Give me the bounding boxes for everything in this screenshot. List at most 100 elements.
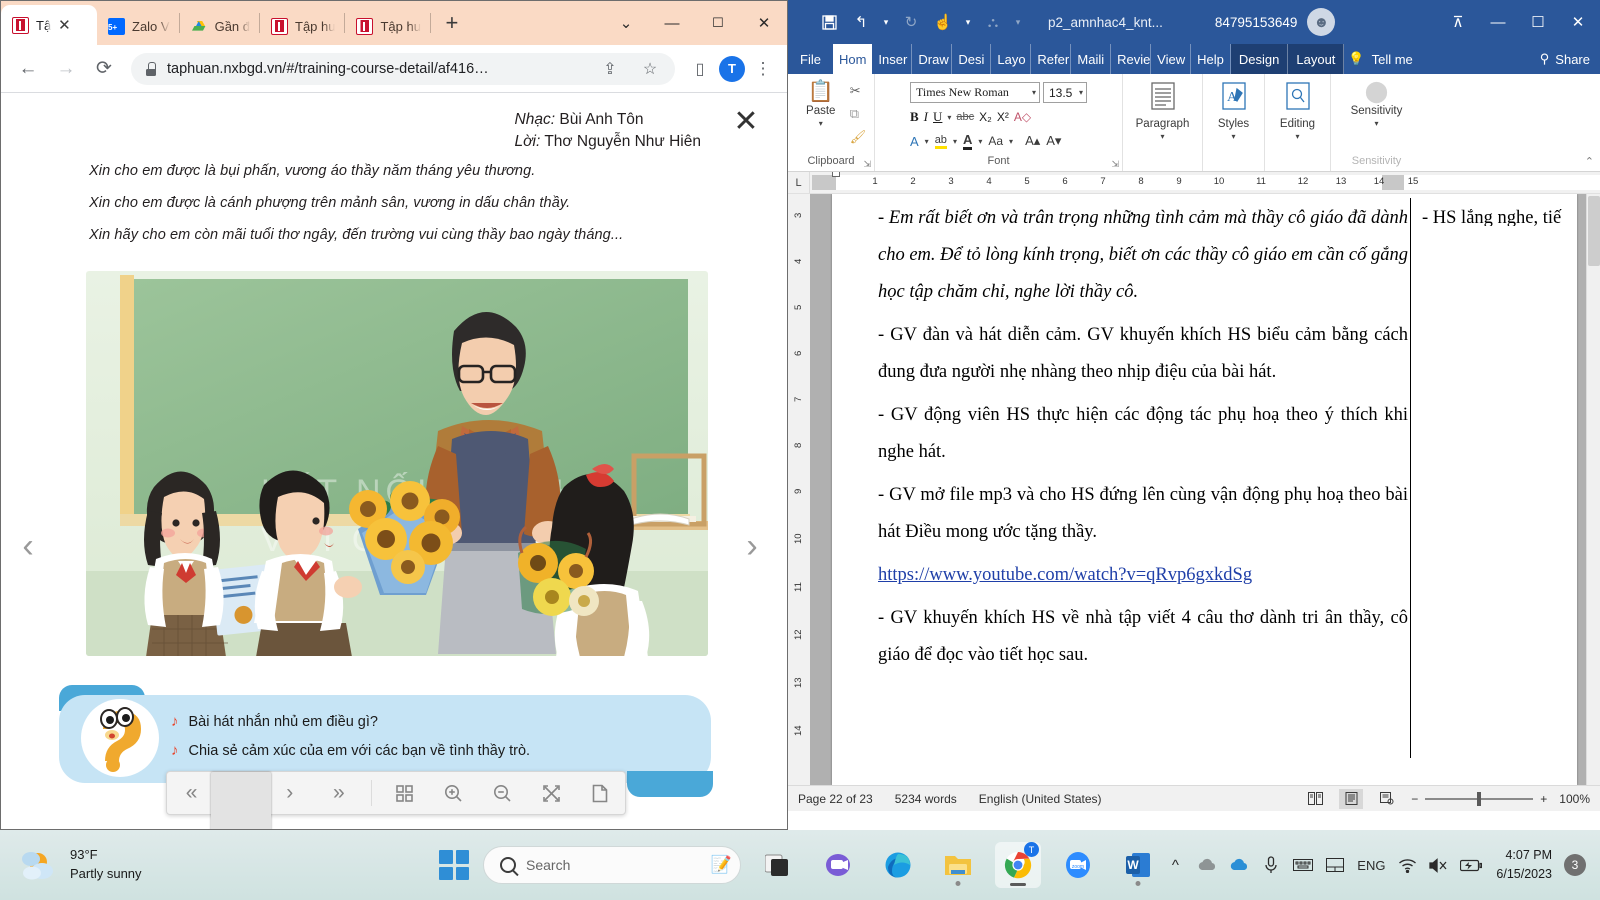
back-icon[interactable]: ← <box>11 52 45 86</box>
browser-tab-5[interactable]: Tập hu <box>345 7 429 45</box>
tell-me-box[interactable]: 💡 Tell me <box>1344 44 1420 74</box>
paragraph-dropdown-icon[interactable]: ▾ <box>1160 132 1164 141</box>
qat-more-icon[interactable]: ▾ <box>1010 8 1026 36</box>
paste-dropdown-icon[interactable]: ▾ <box>819 119 823 128</box>
paste-button[interactable]: 📋 Paste ▾ <box>796 81 846 129</box>
tab-layout[interactable]: Layo <box>991 44 1032 74</box>
tab-review[interactable]: Revie <box>1111 44 1152 74</box>
zoom-slider[interactable]: − + <box>1411 791 1547 806</box>
highlight-color-button[interactable]: ab <box>934 134 947 149</box>
superscript-button[interactable]: X² <box>997 110 1009 124</box>
document-column-right[interactable]: - HS lắng nghe, tiế <box>1422 200 1600 226</box>
tab-draw[interactable]: Draw <box>912 44 953 74</box>
font-dialog-launcher[interactable]: ⇲ <box>1111 159 1119 170</box>
editing-dropdown-icon[interactable]: ▾ <box>1295 132 1299 141</box>
customize-qat-icon[interactable]: ⛬ <box>978 8 1008 36</box>
onedrive-blue-icon[interactable] <box>1224 848 1254 882</box>
zoom-in-icon[interactable] <box>436 777 470 809</box>
taskbar-edge[interactable] <box>875 842 921 888</box>
undo-icon[interactable]: ↰ <box>846 8 876 36</box>
prev-page-arrow[interactable]: ‹ <box>13 523 43 569</box>
copy-icon[interactable]: ⧉ <box>850 106 867 122</box>
font-name-combobox[interactable]: Times New Roman ▾ <box>910 82 1040 103</box>
taskbar-search-box[interactable]: Search 📝 <box>483 846 741 884</box>
tab-stop-selector-icon[interactable]: L <box>788 172 810 193</box>
zoom-in-button[interactable]: + <box>1540 792 1547 806</box>
taskbar-teams[interactable] <box>815 842 861 888</box>
first-page-button[interactable]: « <box>175 777 209 809</box>
address-bar[interactable]: taphuan.nxbgd.vn/#/training-course-detai… <box>131 52 675 85</box>
italic-button[interactable]: I <box>924 109 928 125</box>
change-case-dropdown-icon[interactable]: ▾ <box>1009 137 1013 146</box>
tray-overflow-icon[interactable]: ^ <box>1160 848 1190 882</box>
page-indicator[interactable]: 27/73 <box>211 772 271 829</box>
font-size-combobox[interactable]: 13.5 ▾ <box>1043 82 1087 103</box>
new-tab-button[interactable]: + <box>435 6 469 40</box>
grow-font-button[interactable]: A▴ <box>1025 133 1040 149</box>
youtube-link[interactable]: https://www.youtube.com/watch?v=qRvp6gxk… <box>878 565 1252 585</box>
wifi-icon[interactable] <box>1392 848 1422 882</box>
taskbar-clock[interactable]: 4:07 PM 6/15/2023 <box>1488 846 1562 884</box>
taskbar-chrome[interactable]: T <box>995 842 1041 888</box>
redo-icon[interactable]: ↻ <box>896 8 926 36</box>
font-color-dropdown-icon[interactable]: ▾ <box>978 137 982 146</box>
shrink-font-button[interactable]: A▾ <box>1046 133 1061 149</box>
share-button[interactable]: ⚲ Share <box>1530 44 1600 74</box>
search-tabs-icon[interactable]: ⌄ <box>603 1 649 45</box>
zoom-slider-track[interactable] <box>1425 791 1534 806</box>
document-vertical-scrollbar[interactable] <box>1586 194 1600 785</box>
format-painter-icon[interactable]: 🖌 <box>850 129 867 145</box>
document-hyperlink[interactable]: https://www.youtube.com/watch?v=qRvp6gxk… <box>878 557 1408 594</box>
browser-tab-3[interactable]: Gần đ <box>180 7 259 45</box>
next-page-arrow[interactable]: › <box>737 523 767 569</box>
tab-table-layout[interactable]: Layout <box>1288 44 1345 74</box>
touch-mode-icon[interactable]: ☝ <box>928 8 958 36</box>
microphone-icon[interactable] <box>1256 848 1286 882</box>
strikethrough-button[interactable]: abc <box>956 111 974 123</box>
word-close-icon[interactable]: ✕ <box>1558 2 1598 42</box>
bold-button[interactable]: B <box>910 109 919 125</box>
minimize-icon[interactable]: — <box>649 1 695 45</box>
volume-mute-icon[interactable] <box>1424 848 1454 882</box>
horizontal-ruler[interactable]: L 1 2 3 4 5 6 7 8 9 10 11 12 13 14 15 <box>788 172 1600 194</box>
word-minimize-icon[interactable]: — <box>1478 2 1518 42</box>
subscript-button[interactable]: X₂ <box>979 110 992 124</box>
onedrive-grey-icon[interactable] <box>1192 848 1222 882</box>
tab-design[interactable]: Desi <box>952 44 992 74</box>
clipboard-dialog-launcher[interactable]: ⇲ <box>863 159 871 170</box>
keyboard-icon[interactable] <box>1288 848 1318 882</box>
vertical-ruler[interactable]: 3 4 5 6 7 8 9 10 11 12 13 14 <box>788 194 810 785</box>
single-page-icon[interactable] <box>583 777 617 809</box>
word-maximize-icon[interactable]: ☐ <box>1518 2 1558 42</box>
underline-button[interactable]: U <box>933 109 942 125</box>
taskbar-zoom[interactable]: zoom <box>1055 842 1101 888</box>
print-layout-icon[interactable] <box>1339 788 1364 809</box>
first-line-indent-marker[interactable] <box>832 172 840 177</box>
maximize-icon[interactable]: ☐ <box>695 1 741 45</box>
taskbar-task-view[interactable] <box>755 842 801 888</box>
save-icon[interactable] <box>814 8 844 36</box>
forward-icon[interactable]: → <box>49 52 83 86</box>
close-icon[interactable]: ✕ <box>741 1 787 45</box>
tab-file[interactable]: File <box>788 44 833 74</box>
start-button[interactable] <box>439 850 469 880</box>
underline-dropdown-icon[interactable]: ▾ <box>947 113 951 122</box>
browser-tab-1[interactable]: Tậ ✕ <box>1 5 97 45</box>
browser-menu-icon[interactable]: ⋮ <box>749 55 777 83</box>
tab-close-icon[interactable]: ✕ <box>58 18 71 33</box>
read-mode-icon[interactable] <box>1303 789 1327 809</box>
tab-references[interactable]: Refer <box>1031 44 1072 74</box>
fit-screen-icon[interactable] <box>534 777 568 809</box>
tab-insert[interactable]: Inser <box>872 44 913 74</box>
font-size-dropdown-icon[interactable]: ▾ <box>1079 88 1083 97</box>
next-page-button[interactable]: › <box>273 777 307 809</box>
battery-icon[interactable] <box>1456 848 1486 882</box>
zoom-level-label[interactable]: 100% <box>1559 792 1590 806</box>
profile-avatar[interactable]: T <box>719 55 745 82</box>
language-status[interactable]: English (United States) <box>979 792 1102 806</box>
styles-button[interactable]: A Styles ▾ <box>1209 81 1259 141</box>
account-avatar[interactable]: ☻ <box>1307 8 1336 36</box>
font-color-button[interactable]: A <box>962 132 973 150</box>
share-icon[interactable]: ⇪ <box>595 54 625 84</box>
horizontal-ruler-strip[interactable]: 1 2 3 4 5 6 7 8 9 10 11 12 13 14 15 <box>812 172 1600 190</box>
